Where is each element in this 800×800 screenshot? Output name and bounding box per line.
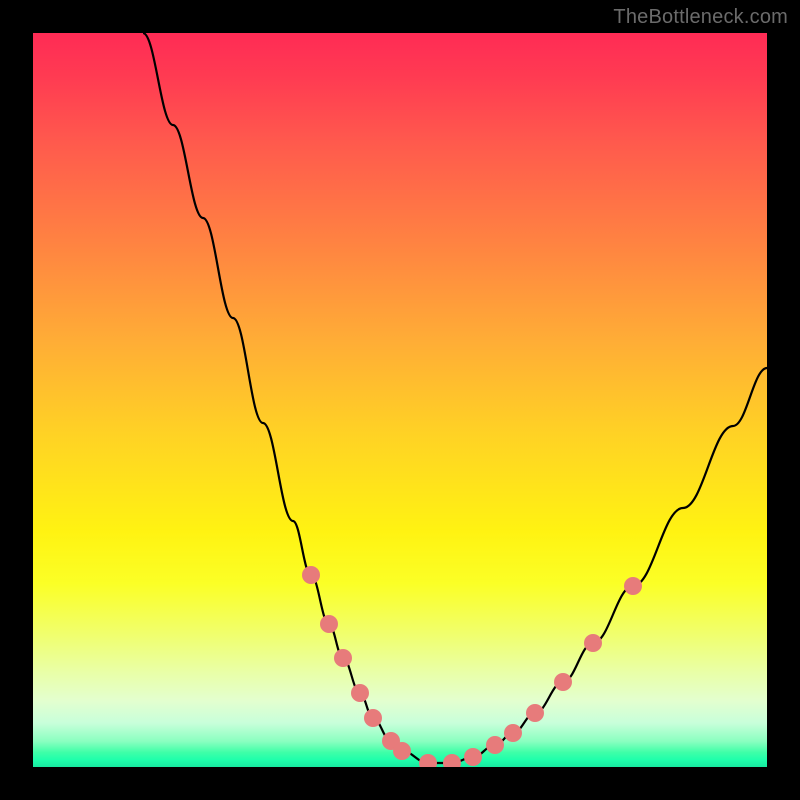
highlight-dot [624, 577, 642, 595]
highlight-dots [302, 566, 642, 767]
chart-plot-area [33, 33, 767, 767]
bottleneck-curve [143, 33, 767, 763]
chart-svg [33, 33, 767, 767]
highlight-dot [464, 748, 482, 766]
highlight-dot [486, 736, 504, 754]
highlight-dot [419, 754, 437, 767]
highlight-dot [526, 704, 544, 722]
highlight-dot [320, 615, 338, 633]
highlight-dot [443, 754, 461, 767]
highlight-dot [504, 724, 522, 742]
highlight-dot [334, 649, 352, 667]
highlight-dot [393, 742, 411, 760]
highlight-dot [302, 566, 320, 584]
highlight-dot [554, 673, 572, 691]
chart-frame: TheBottleneck.com [0, 0, 800, 800]
watermark-text: TheBottleneck.com [613, 6, 788, 29]
highlight-dot [584, 634, 602, 652]
highlight-dot [364, 709, 382, 727]
highlight-dot [351, 684, 369, 702]
